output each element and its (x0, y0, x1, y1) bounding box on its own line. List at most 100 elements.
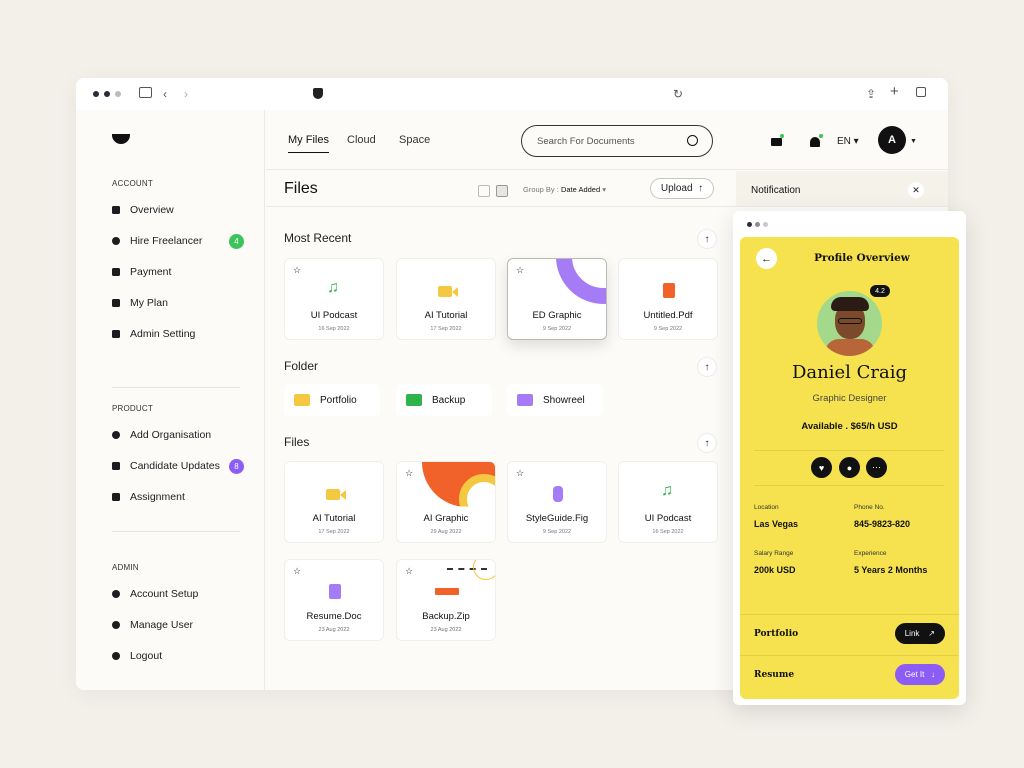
window-dot-minimize[interactable] (104, 91, 110, 97)
mail-dot (780, 134, 784, 138)
file-card[interactable]: AI Tutorial 17 Sep 2022 (396, 258, 496, 340)
file-name: Untitled.Pdf (643, 310, 693, 321)
bell-dot (819, 134, 823, 138)
file-card[interactable]: Untitled.Pdf 9 Sep 2022 (618, 258, 718, 340)
more-icon[interactable]: ⋯ (866, 457, 887, 478)
figma-icon (553, 486, 563, 502)
language-label: EN (837, 136, 851, 147)
file-date: 29 Aug 2022 (430, 529, 462, 535)
tab-cloud[interactable]: Cloud (347, 134, 376, 146)
info-label-experience: Experience (854, 550, 887, 557)
settings-grid-icon (112, 330, 120, 338)
portfolio-link-button[interactable]: Link ↗ (894, 623, 945, 644)
sidebar-item-manage-user[interactable]: Manage User (112, 618, 244, 632)
sidebar-item-my-plan[interactable]: My Plan (112, 296, 244, 310)
reload-icon[interactable]: ↻ (673, 86, 683, 102)
window-dot-close[interactable] (93, 91, 99, 97)
group-by-selector[interactable]: Group By : Date Added ▾ (523, 185, 606, 194)
section-title-files: Files (284, 435, 310, 449)
search-input[interactable]: Search For Documents (521, 125, 713, 157)
card-icon (112, 268, 120, 276)
logout-icon (112, 652, 120, 660)
star-icon[interactable]: ☆ (405, 468, 413, 479)
video-camera-icon (438, 286, 452, 297)
new-tab-icon[interactable]: + (890, 84, 899, 100)
file-card[interactable]: ♫ UI Podcast 16 Sep 2022 (618, 461, 718, 543)
star-icon[interactable]: ☆ (293, 265, 301, 276)
group-by-value: Date Added (560, 185, 601, 194)
folder-item[interactable]: Portfolio (284, 384, 380, 416)
forward-chevron-icon[interactable]: › (184, 86, 188, 102)
chat-icon[interactable]: ● (839, 457, 860, 478)
star-icon[interactable]: ☆ (405, 566, 413, 577)
top-navigation: My Files Cloud Space Search For Document… (266, 110, 948, 170)
arrow-up-icon[interactable]: ↑ (697, 229, 717, 249)
info-value-salary: 200k USD (754, 565, 796, 575)
window-dot-maximize[interactable] (115, 91, 121, 97)
tabs-overview-icon[interactable] (916, 87, 926, 97)
music-note-icon: ♫ (661, 482, 673, 499)
arrow-up-icon[interactable]: ↑ (697, 433, 717, 453)
mail-icon[interactable] (771, 138, 782, 146)
sidebar-item-account-setup[interactable]: Account Setup (112, 587, 244, 601)
file-card[interactable]: ☆ StyleGuide.Fig 9 Sep 2022 (507, 461, 607, 543)
divider (112, 531, 240, 532)
star-icon[interactable]: ☆ (516, 468, 524, 479)
video-camera-lens (452, 287, 458, 297)
chevron-down-icon[interactable]: ▼ (910, 138, 917, 145)
folder-name: Backup (432, 394, 466, 406)
star-icon[interactable]: ☆ (293, 566, 301, 577)
sidebar-item-admin-setting[interactable]: Admin Setting (112, 327, 244, 341)
file-card[interactable]: ☆ ♫ UI Podcast 16 Sep 2022 (284, 258, 384, 340)
avatar[interactable]: A (878, 126, 906, 154)
file-card[interactable]: ☆ Resume.Doc 23 Aug 2022 (284, 559, 384, 641)
close-icon[interactable]: ✕ (908, 182, 924, 198)
sidebar-item-label: Payment (130, 266, 172, 278)
sidebar-item-add-organisation[interactable]: Add Organisation (112, 428, 244, 442)
sidebar-item-label: Logout (130, 650, 163, 662)
back-chevron-icon[interactable]: ‹ (163, 86, 167, 102)
sidebar-item-label: Manage User (130, 619, 194, 631)
search-icon[interactable] (687, 135, 698, 146)
file-card[interactable]: ☆ Backup.Zip 23 Aug 2022 (396, 559, 496, 641)
sidebar-item-label: Candidate Updates (130, 460, 220, 472)
sidebar-item-payment[interactable]: Payment (112, 265, 244, 279)
language-selector[interactable]: EN ▾ (837, 136, 859, 147)
get-it-label: Get It (904, 670, 925, 679)
grid-view-icon[interactable] (478, 185, 490, 197)
upload-button[interactable]: Upload ↑ (650, 178, 714, 199)
sidebar-item-label: Assignment (130, 491, 185, 503)
folder-item[interactable]: Showreel (507, 384, 603, 416)
gear-icon (112, 590, 120, 598)
file-card[interactable]: ☆ AI Graphic 29 Aug 2022 (396, 461, 496, 543)
sidebar-item-hire-freelancer[interactable]: Hire Freelancer 4 (112, 233, 244, 249)
bag-icon (112, 299, 120, 307)
folder-name: Showreel (543, 394, 585, 406)
bell-icon[interactable] (810, 137, 820, 147)
tab-space[interactable]: Space (399, 134, 430, 146)
grid-icon (112, 206, 120, 214)
zip-decor-ring (473, 560, 495, 580)
folder-item[interactable]: Backup (396, 384, 492, 416)
tab-my-files[interactable]: My Files (288, 134, 329, 153)
file-date: 23 Aug 2022 (318, 627, 350, 633)
list-view-icon[interactable] (496, 185, 508, 197)
resume-label: Resume (754, 670, 795, 680)
sidebar-item-candidate-updates[interactable]: Candidate Updates 8 (112, 458, 244, 474)
zip-icon (435, 588, 459, 595)
file-card[interactable]: AI Tutorial 17 Sep 2022 (284, 461, 384, 543)
star-icon[interactable]: ☆ (516, 265, 524, 276)
file-date: 16 Sep 2022 (318, 326, 350, 332)
arrow-up-icon[interactable]: ↑ (697, 357, 717, 377)
group-by-label: Group By : (523, 185, 559, 194)
sidebar-toggle-icon[interactable] (139, 87, 152, 98)
heart-icon[interactable]: ♥ (811, 457, 832, 478)
info-label-salary: Salary Range (754, 550, 794, 557)
file-card-selected[interactable]: ☆ ED Graphic 9 Sep 2022 (507, 258, 607, 340)
sidebar-item-logout[interactable]: Logout (112, 649, 244, 663)
share-icon[interactable]: ⇪ (866, 86, 876, 102)
sidebar-item-assignment[interactable]: Assignment (112, 490, 244, 504)
upload-label: Upload (660, 183, 693, 194)
sidebar-item-overview[interactable]: Overview (112, 203, 244, 217)
resume-get-button[interactable]: Get It ↓ (894, 664, 945, 685)
